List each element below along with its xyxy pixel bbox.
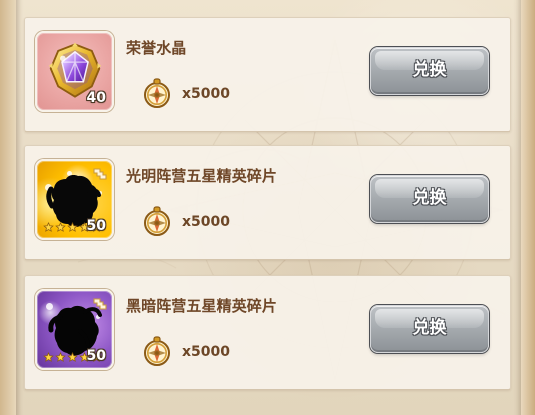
item-title: 荣誉水晶 (126, 39, 187, 57)
compass-currency-icon (144, 78, 170, 108)
item-title: 光明阵营五星精英碎片 (126, 167, 278, 185)
price-label: x5000 (182, 214, 230, 230)
exchange-button-label: 兑换 (412, 318, 447, 338)
item-icon-frame: 40 (35, 31, 114, 112)
star-icon (43, 352, 54, 362)
star-icon (55, 352, 66, 362)
price-label: x5000 (182, 86, 230, 102)
exchange-button-label: 兑换 (412, 188, 447, 208)
star-icon (55, 222, 66, 232)
exchange-button[interactable]: 兑换 (370, 305, 489, 353)
star-icon (67, 352, 78, 362)
exchange-row: 40 荣誉水晶 x5000 兑换 (24, 17, 511, 132)
compass-currency-icon (144, 206, 170, 236)
item-quantity-badge: 50 (86, 218, 106, 234)
exchange-screen: 40 荣誉水晶 x5000 兑换 50 光明阵营五星精英碎片 x5000 兑换 … (0, 0, 535, 415)
star-icon (43, 222, 54, 232)
item-icon-frame: 50 (35, 289, 114, 370)
compass-currency-icon (144, 336, 170, 366)
item-quantity-badge: 50 (86, 348, 106, 364)
price-group: x5000 (141, 205, 251, 239)
price-group: x5000 (141, 77, 251, 111)
exchange-row: 50 黑暗阵营五星精英碎片 x5000 兑换 (24, 275, 511, 390)
exchange-button-label: 兑换 (412, 60, 447, 80)
price-group: x5000 (141, 335, 251, 369)
item-quantity-badge: 40 (86, 90, 106, 106)
star-icon (67, 222, 78, 232)
exchange-button[interactable]: 兑换 (370, 175, 489, 223)
item-icon-frame: 50 (35, 159, 114, 240)
item-title: 黑暗阵营五星精英碎片 (126, 297, 278, 315)
exchange-button[interactable]: 兑换 (370, 47, 489, 95)
exchange-row: 50 光明阵营五星精英碎片 x5000 兑换 (24, 145, 511, 260)
price-label: x5000 (182, 344, 230, 360)
